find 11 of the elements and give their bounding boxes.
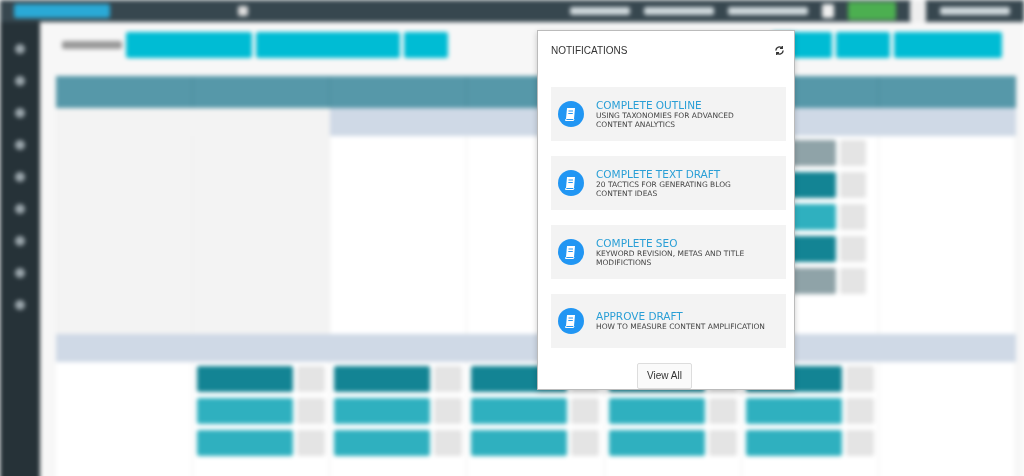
book-icon — [558, 100, 584, 127]
book-icon — [558, 169, 584, 196]
notification-title: APPROVE DRAFT — [596, 310, 684, 323]
book-icon — [558, 307, 584, 334]
panel-title: NOTIFICATIONS — [551, 44, 628, 56]
notification-title: COMPLETE OUTLINE — [596, 98, 703, 111]
view-all-button[interactable]: View All — [637, 362, 692, 389]
refresh-icon[interactable] — [774, 44, 785, 56]
notification-title: COMPLETE SEO — [596, 236, 679, 249]
book-icon — [558, 238, 584, 265]
notification-title: COMPLETE TEXT DRAFT — [596, 167, 722, 180]
